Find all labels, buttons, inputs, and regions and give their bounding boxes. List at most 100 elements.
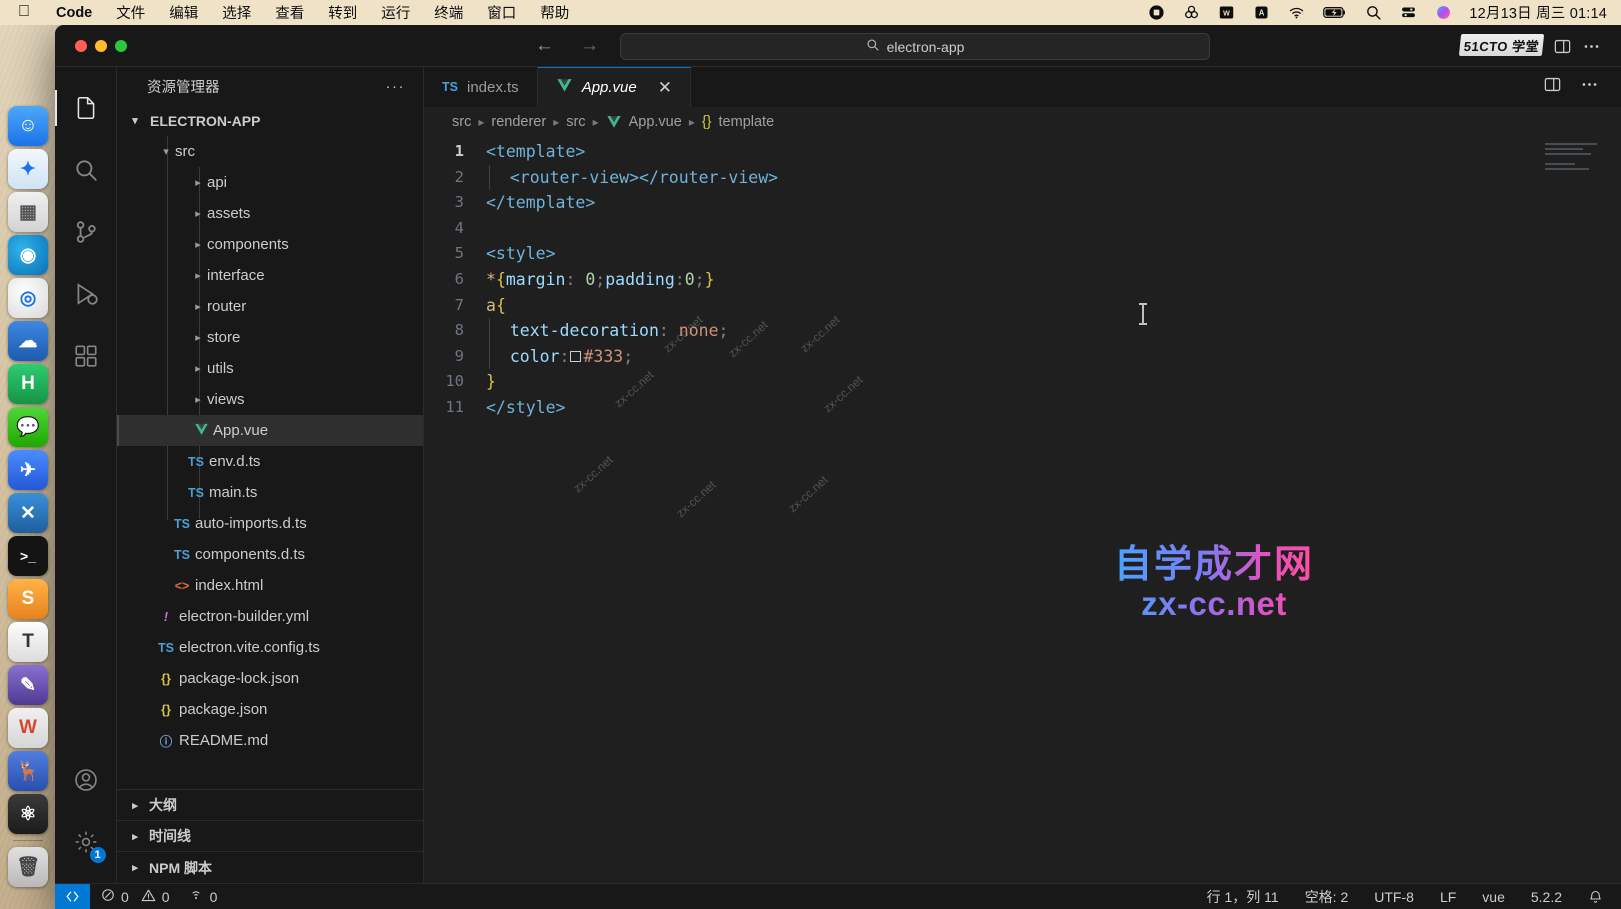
input-method-icon[interactable]: A [1244,4,1279,21]
tree-item-package-json[interactable]: {} package.json [117,694,423,725]
dock-item-edge[interactable]: ◉ [8,235,48,275]
sidebar-item-explorer[interactable] [55,77,117,139]
dock-item-safari[interactable]: ✦ [8,149,48,189]
back-arrow-icon[interactable]: ← [535,36,554,55]
tree-item-auto-imports-d-ts[interactable]: TS auto-imports.d.ts [117,508,423,539]
eol-status[interactable]: LF [1427,889,1469,905]
wifi-icon[interactable] [1279,4,1314,21]
more-actions-icon[interactable] [1582,37,1601,61]
minimize-window-button[interactable] [95,40,107,52]
menu-item-help[interactable]: 帮助 [528,2,581,23]
tree-item-app-vue[interactable]: App.vue [117,415,423,446]
breadcrumb-item-template[interactable]: template [719,114,775,130]
tree-item-main-ts[interactable]: TS main.ts [117,477,423,508]
dock-item-deer-app[interactable]: 🦌 [8,751,48,791]
tree-item-index-html[interactable]: <> index.html [117,570,423,601]
menu-item-selection[interactable]: 选择 [210,2,263,23]
tree-item-interface[interactable]: ▸ interface [117,260,423,291]
breadcrumb-item-renderer[interactable]: renderer [491,114,546,130]
sidebar-item-run-and-debug[interactable] [55,263,117,325]
tree-item-store[interactable]: ▸ store [117,322,423,353]
dock-item-painter[interactable]: ✎ [8,665,48,705]
tree-item-package-lock-json[interactable]: {} package-lock.json [117,663,423,694]
version-status[interactable]: 5.2.2 [1518,889,1575,905]
tree-item-electron-vite-config-ts[interactable]: TS electron.vite.config.ts [117,632,423,663]
apple-logo-icon[interactable]:  [10,3,44,23]
menubar-clock[interactable]: 12月13日 周三 01:14 [1461,2,1621,23]
dock-item-finder[interactable]: ☺ [8,106,48,146]
sidebar-item-search[interactable] [55,139,117,201]
dock-item-terminal[interactable]: >_ [8,536,48,576]
dock-item-vscode[interactable]: ✕ [8,493,48,533]
problems-status[interactable]: 0 0 [92,888,179,906]
wps-icon[interactable]: W [1209,4,1244,21]
cursor-position-status[interactable]: 行 1，列 11 [1194,887,1292,907]
dock-item-h-app[interactable]: H [8,364,48,404]
dock-item-chrome[interactable]: ◎ [8,278,48,318]
tree-item-env-d-ts[interactable]: TS env.d.ts [117,446,423,477]
menu-item-go[interactable]: 转到 [316,2,369,23]
menu-item-run[interactable]: 运行 [369,2,422,23]
tree-item-views[interactable]: ▸ views [117,384,423,415]
settings-button[interactable]: 1 [55,811,117,873]
spotlight-search-icon[interactable] [1356,4,1391,21]
code-editor[interactable]: 1 <template> 2 <router-view></router-vie… [424,137,1621,883]
encoding-status[interactable]: UTF-8 [1361,889,1427,905]
dock-item-trash[interactable]: 🗑 [8,847,48,887]
dock-item-wechat[interactable]: 💬 [8,407,48,447]
menu-item-file[interactable]: 文件 [104,2,157,23]
tree-item-api[interactable]: ▸ api [117,167,423,198]
split-editor-icon[interactable] [1553,37,1572,61]
notifications-bell-button[interactable] [1575,889,1621,904]
more-actions-icon[interactable] [1580,75,1599,99]
close-window-button[interactable] [75,40,87,52]
section-timeline[interactable]: ▸ 时间线 [117,821,423,852]
remote-window-button[interactable] [55,884,90,909]
siri-icon[interactable] [1426,4,1461,21]
battery-charging-icon[interactable] [1314,4,1356,21]
accounts-button[interactable] [55,749,117,811]
language-mode-status[interactable]: vue [1469,889,1518,905]
tab-app-vue[interactable]: App.vue ✕ [538,67,691,107]
dock-item-cloud-app[interactable]: ☁ [8,321,48,361]
stop-recording-icon[interactable] [1139,4,1174,21]
breadcrumb-item-app-vue[interactable]: App.vue [629,114,682,130]
more-actions-icon[interactable]: ··· [386,78,406,95]
tree-item-components[interactable]: ▸ components [117,229,423,260]
dock-item-atom[interactable]: ⚛ [8,794,48,834]
sidebar-item-extensions[interactable] [55,325,117,387]
dock-item-wps[interactable]: W [8,708,48,748]
cleanshot-icon[interactable] [1174,4,1209,21]
code-content[interactable]: 1 <template> 2 <router-view></router-vie… [424,137,1621,421]
color-swatch-icon[interactable] [570,351,581,362]
ports-status[interactable]: 0 [179,887,227,906]
close-icon[interactable]: ✕ [658,78,672,98]
section-outline[interactable]: ▸ 大纲 [117,790,423,821]
menu-item-window[interactable]: 窗口 [475,2,528,23]
indentation-status[interactable]: 空格: 2 [1292,887,1362,907]
tree-item-components-d-ts[interactable]: TS components.d.ts [117,539,423,570]
sidebar-item-source-control[interactable] [55,201,117,263]
tree-item-assets[interactable]: ▸ assets [117,198,423,229]
menu-item-edit[interactable]: 编辑 [157,2,210,23]
tree-item-electron-builder-yml[interactable]: ! electron-builder.yml [117,601,423,632]
tree-item-readme-md[interactable]: ⓘ README.md [117,725,423,756]
section-npm-scripts[interactable]: ▸ NPM 脚本 [117,852,423,883]
dock-item-feishu[interactable]: ✈ [8,450,48,490]
control-center-icon[interactable] [1391,4,1426,21]
menu-item-terminal[interactable]: 终端 [422,2,475,23]
tree-item-utils[interactable]: ▸ utils [117,353,423,384]
maximize-window-button[interactable] [115,40,127,52]
menu-item-code[interactable]: Code [44,5,104,21]
breadcrumb-item-src[interactable]: src [452,114,471,130]
project-root-row[interactable]: ▾ ELECTRON-APP [117,105,423,136]
dock-item-sublime[interactable]: S [8,579,48,619]
forward-arrow-icon[interactable]: → [580,36,599,55]
tree-item-src[interactable]: ▾ src [117,136,423,167]
breadcrumb-item-src-2[interactable]: src [566,114,585,130]
tree-item-router[interactable]: ▸ router [117,291,423,322]
command-center-search[interactable]: electron-app [620,33,1210,60]
dock-item-typora[interactable]: T [8,622,48,662]
split-editor-icon[interactable] [1543,75,1562,99]
dock-item-launchpad[interactable]: ▦ [8,192,48,232]
